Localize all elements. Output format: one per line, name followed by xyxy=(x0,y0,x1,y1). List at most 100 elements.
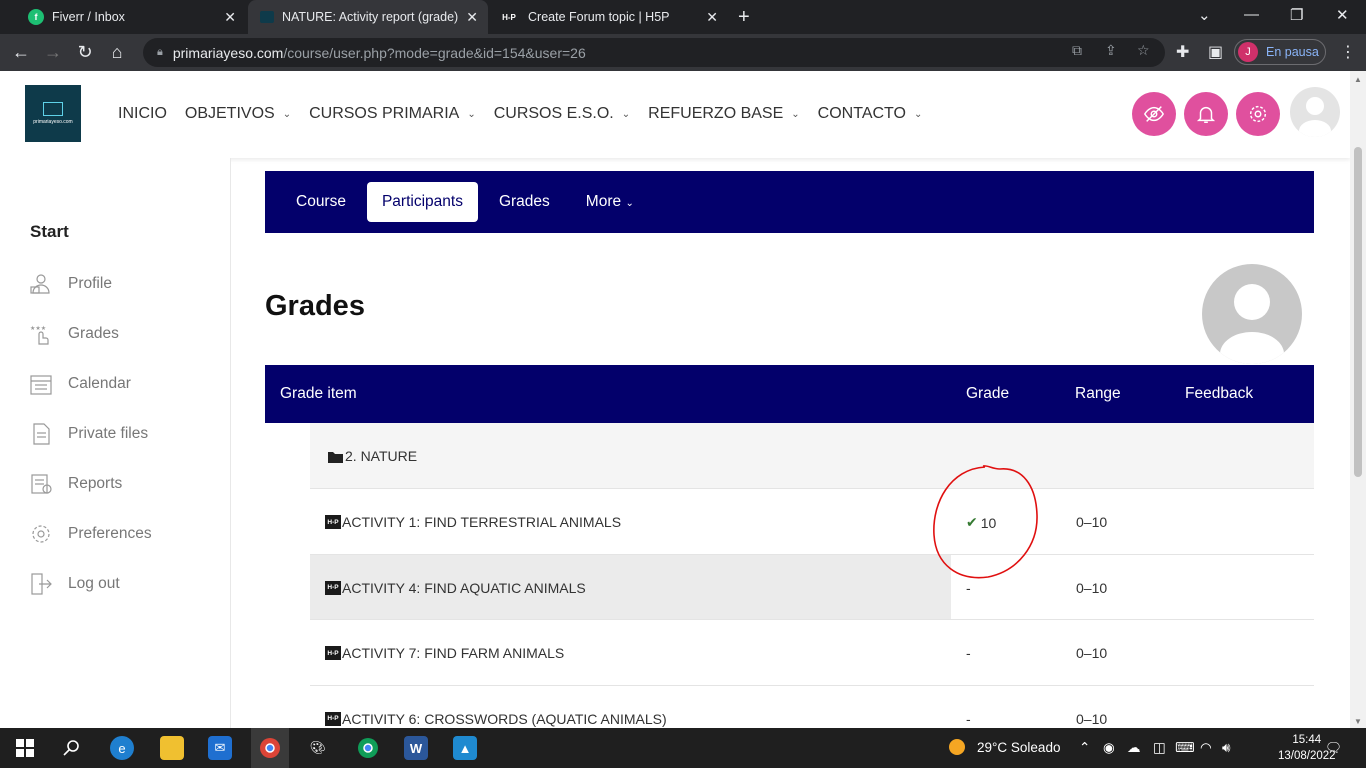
volume-icon[interactable]: 🔊︎ xyxy=(1222,740,1231,756)
tab-title: NATURE: Activity report (grade) xyxy=(282,10,459,24)
chevron-down-icon: ⌄ xyxy=(621,108,631,120)
extensions-icon[interactable]: ✚ xyxy=(1176,42,1189,62)
nav-item-refuerzo-base[interactable]: REFUERZO BASE ⌄ xyxy=(648,105,800,123)
edge-icon[interactable]: e xyxy=(110,736,134,760)
windows-taskbar: e ✉ 🎨︎ W ▲ 29°C Soleado ⌃ ◉ ☁ ◫ ⌨ ◠ 🔊︎ 1… xyxy=(0,728,1366,768)
mail-icon[interactable]: ✉ xyxy=(208,736,232,760)
sidebar-item-profile[interactable]: Profile xyxy=(28,273,112,295)
tab-search-icon[interactable]: ⌄ xyxy=(1198,6,1211,24)
tab-participants[interactable]: Participants xyxy=(366,182,478,222)
grade-value: - xyxy=(966,645,971,661)
lock-icon[interactable]: 🔒︎ xyxy=(157,46,163,59)
sidebar-item-private-files[interactable]: Private files xyxy=(28,423,148,445)
nav-item-cursos-primaria[interactable]: CURSOS PRIMARIA ⌄ xyxy=(309,105,476,123)
page-scrollbar[interactable]: ▲ ▼ xyxy=(1350,71,1366,728)
restore-icon[interactable]: ❐ xyxy=(1290,6,1303,24)
activity-link[interactable]: ACTIVITY 7: FIND FARM ANIMALS xyxy=(342,645,564,661)
close-icon[interactable]: ✕ xyxy=(224,9,236,26)
file-icon xyxy=(28,423,54,445)
tray-chevron-up-icon[interactable]: ⌃ xyxy=(1079,740,1090,756)
tab-grades[interactable]: Grades xyxy=(484,182,565,222)
nav-item-contacto[interactable]: CONTACTO ⌄ xyxy=(818,105,923,123)
profile-icon xyxy=(28,273,54,295)
activity-link[interactable]: ACTIVITY 6: CROSSWORDS (AQUATIC ANIMALS) xyxy=(342,711,667,727)
sidebar-item-grades[interactable]: ★★★ Grades xyxy=(28,323,119,345)
onedrive-icon[interactable]: ☁ xyxy=(1127,740,1141,756)
user-avatar[interactable] xyxy=(1290,87,1340,137)
tab-nature-report[interactable]: NATURE: Activity report (grade) ✕ xyxy=(248,0,488,34)
nav-label: CONTACTO xyxy=(817,105,906,122)
chevron-down-icon: ⌄ xyxy=(467,108,476,120)
sidebar-item-label: Profile xyxy=(68,275,112,292)
wifi-icon[interactable]: ◠ xyxy=(1200,740,1212,756)
chrome-icon[interactable] xyxy=(251,728,289,768)
close-window-icon[interactable]: ✕ xyxy=(1336,6,1349,24)
nav-label: OBJETIVOS xyxy=(184,105,275,122)
notification-bell-icon[interactable] xyxy=(1184,92,1228,136)
tray-app-icon[interactable]: ◉ xyxy=(1103,740,1115,756)
nav-label: REFUERZO BASE xyxy=(648,105,784,122)
scrollbar-thumb[interactable] xyxy=(1354,147,1362,477)
nav-item-inicio[interactable]: INICIO xyxy=(118,105,167,123)
back-icon[interactable]: ← xyxy=(10,42,32,63)
range-value: 0–10 xyxy=(1076,579,1108,596)
search-icon[interactable] xyxy=(60,736,84,760)
nav-item-cursos-eso[interactable]: CURSOS E.S.O. ⌄ xyxy=(494,105,630,123)
settings-gear-icon[interactable] xyxy=(1236,92,1280,136)
word-icon[interactable]: W xyxy=(404,736,428,760)
photos-icon[interactable]: ▲ xyxy=(453,736,477,760)
site-logo[interactable]: primariayeso.com xyxy=(25,85,81,142)
paint-icon[interactable]: 🎨︎ xyxy=(306,736,330,760)
share-icon[interactable]: ⇪ xyxy=(1105,42,1117,59)
grade-value: - xyxy=(966,710,971,727)
tab-fiverr[interactable]: f Fiverr / Inbox ✕ xyxy=(8,0,246,34)
side-panel-icon[interactable]: ▣ xyxy=(1208,42,1223,62)
header-grade: Grade xyxy=(966,385,1010,402)
browser-menu-icon[interactable]: ⋮ xyxy=(1340,42,1356,62)
activity-link[interactable]: ACTIVITY 4: FIND AQUATIC ANIMALS xyxy=(342,580,586,596)
tab-h5p[interactable]: H-P Create Forum topic | H5P ✕ xyxy=(490,0,728,34)
minimize-icon[interactable]: — xyxy=(1244,6,1259,23)
hide-eye-icon[interactable] xyxy=(1132,92,1176,136)
user-profile-picture[interactable] xyxy=(1202,264,1302,364)
table-row: H-P ACTIVITY 7: FIND FARM ANIMALS - 0–10 xyxy=(310,620,1314,686)
chevron-down-icon: ⌄ xyxy=(913,108,923,120)
svg-text:★★★: ★★★ xyxy=(30,325,46,332)
sidebar-item-label: Grades xyxy=(68,325,119,342)
reload-icon[interactable]: ↻ xyxy=(74,42,96,63)
h5p-icon: H-P xyxy=(325,646,341,660)
meet-now-icon[interactable]: ◫ xyxy=(1153,740,1166,756)
scroll-down-icon[interactable]: ▼ xyxy=(1354,717,1362,726)
address-bar[interactable]: 🔒︎ primariayeso.com/course/user.php?mode… xyxy=(143,38,1165,67)
sidebar-item-calendar[interactable]: Calendar xyxy=(28,373,131,395)
activity-link[interactable]: ACTIVITY 1: FIND TERRESTRIAL ANIMALS xyxy=(342,514,621,530)
file-explorer-icon[interactable] xyxy=(160,736,184,760)
scroll-up-icon[interactable]: ▲ xyxy=(1354,75,1362,84)
notifications-icon[interactable]: 🗨︎ xyxy=(1325,740,1342,756)
windows-start-icon[interactable] xyxy=(13,736,37,760)
forward-icon[interactable]: → xyxy=(42,42,64,63)
sidebar: Start Profile ★★★ Grades Calendar Privat… xyxy=(0,158,231,728)
sidebar-item-logout[interactable]: Log out xyxy=(28,573,120,595)
sidebar-item-preferences[interactable]: Preferences xyxy=(28,523,152,545)
tab-title: Create Forum topic | H5P xyxy=(528,10,670,24)
weather-text[interactable]: 29°C Soleado xyxy=(977,740,1060,755)
close-icon[interactable]: ✕ xyxy=(466,9,478,26)
sidebar-item-reports[interactable]: Reports xyxy=(28,473,122,495)
nav-item-objetivos[interactable]: OBJETIVOS ⌄ xyxy=(185,105,291,123)
profile-status: En pausa xyxy=(1266,45,1319,59)
close-icon[interactable]: ✕ xyxy=(706,9,718,26)
translate-icon[interactable]: ⧉ xyxy=(1072,42,1082,59)
tab-title: Fiverr / Inbox xyxy=(52,10,125,24)
reports-icon xyxy=(28,473,54,495)
bookmark-star-icon[interactable]: ☆ xyxy=(1137,42,1150,59)
language-icon[interactable]: ⌨ xyxy=(1175,740,1195,756)
tab-more[interactable]: More ⌄ xyxy=(571,182,649,222)
tab-course[interactable]: Course xyxy=(281,182,361,222)
chrome-profile-icon[interactable] xyxy=(356,736,380,760)
weather-sun-icon[interactable] xyxy=(948,738,966,759)
home-icon[interactable]: ⌂ xyxy=(106,42,128,63)
profile-button[interactable]: J En pausa xyxy=(1234,39,1326,65)
profile-avatar: J xyxy=(1238,42,1258,62)
new-tab-icon[interactable]: + xyxy=(738,6,750,29)
